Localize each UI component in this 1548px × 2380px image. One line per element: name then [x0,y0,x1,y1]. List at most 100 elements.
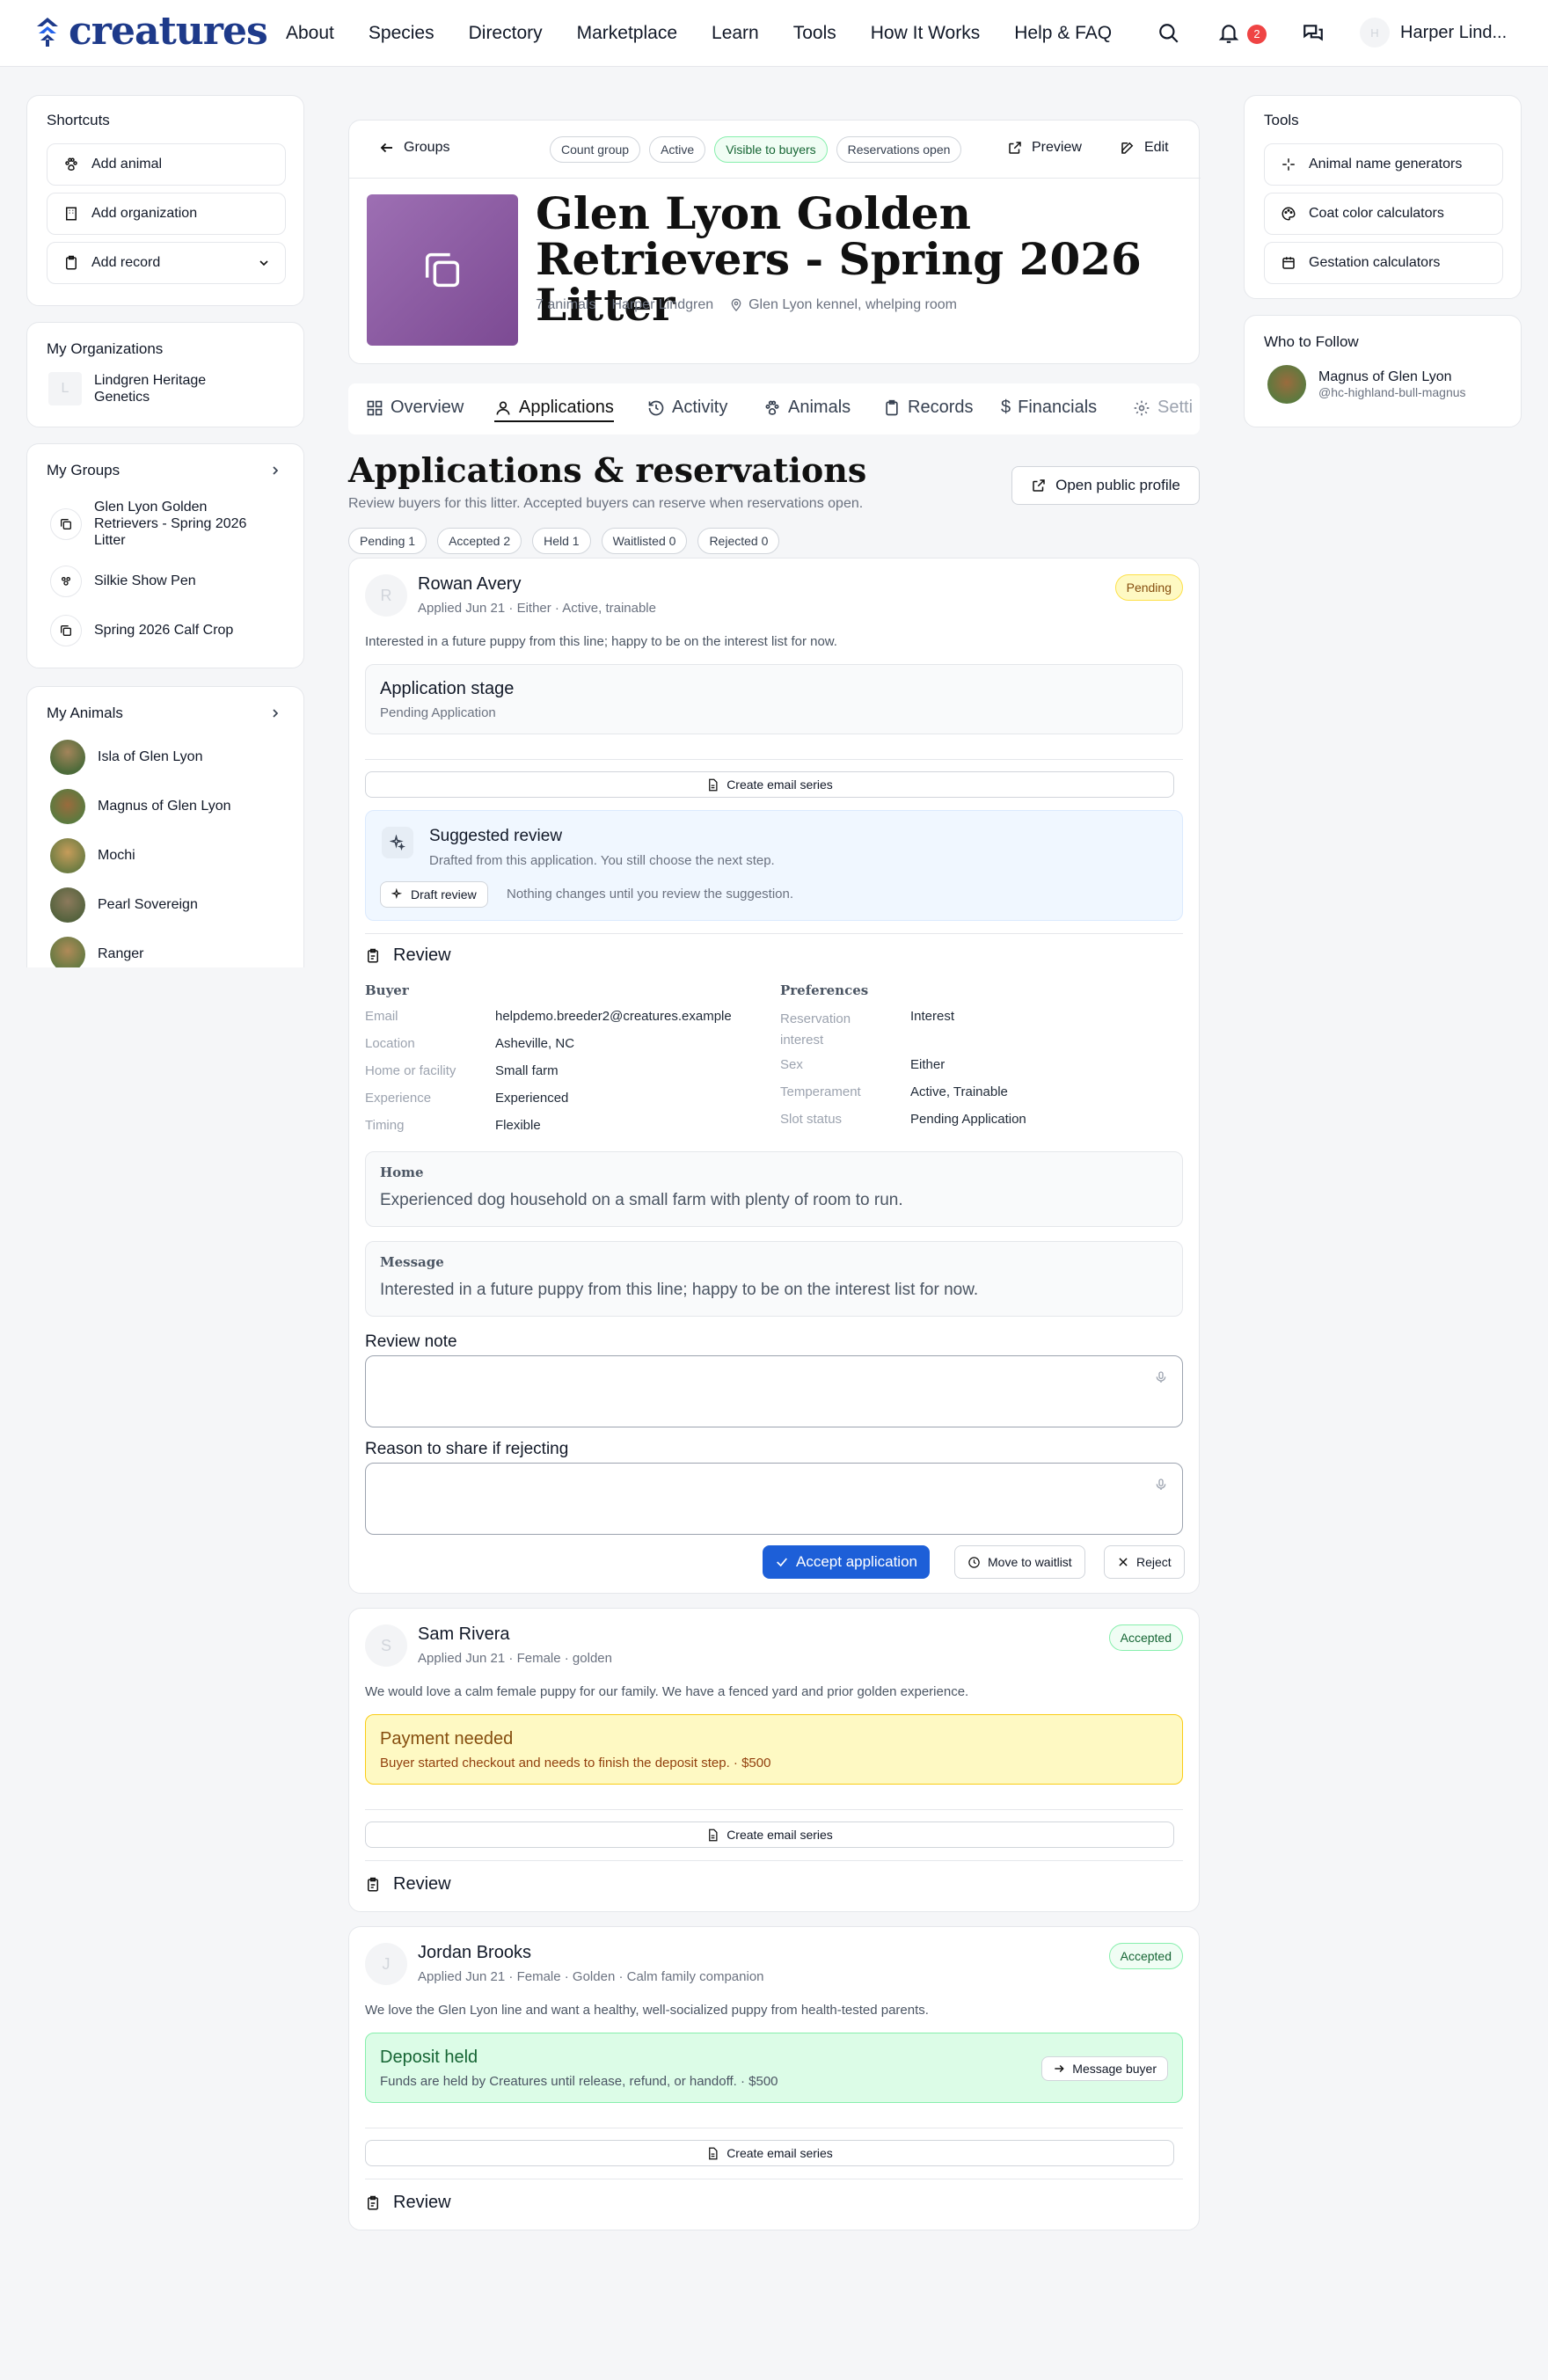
user-menu[interactable]: H Harper Lind... [1360,18,1507,47]
nav-directory[interactable]: Directory [469,23,543,44]
message-box: Message Interested in a future puppy fro… [365,1241,1183,1317]
create-email-series-button[interactable]: Create email series [365,771,1174,798]
nav-tools[interactable]: Tools [793,23,836,44]
microphone-icon[interactable] [1154,1370,1168,1384]
chevron-right-icon[interactable] [268,706,282,720]
add-animal-button[interactable]: Add animal [47,143,286,186]
add-record-button[interactable]: Add record [47,242,286,284]
filter-rejected[interactable]: Rejected 0 [697,528,780,554]
open-public-profile-button[interactable]: Open public profile [1011,466,1200,505]
messages-icon[interactable] [1302,22,1325,45]
reject-button[interactable]: Reject [1104,1545,1185,1579]
field-label: Temperament [780,1084,861,1099]
top-bar: creatures About Species Directory Market… [0,0,1548,67]
history-icon [648,400,664,415]
review-note-field[interactable] [365,1355,1183,1427]
review-header[interactable]: Review [365,945,451,966]
tab-settings[interactable]: Setti [1133,398,1194,418]
preferences-heading: Preferences [780,982,869,998]
bell-icon[interactable] [1217,22,1240,45]
add-organization-button[interactable]: Add organization [47,193,286,235]
coat-color-button[interactable]: Coat color calculators [1264,193,1503,235]
preview-button[interactable]: Preview [1007,140,1082,156]
document-icon [709,1829,718,1841]
status-badge: Pending [1114,574,1183,601]
tools-title: Tools [1264,112,1299,128]
animal-item[interactable]: Magnus of Glen Lyon [50,789,231,824]
grid-icon [367,400,383,415]
status-pill: Visible to buyers [714,136,828,163]
gear-icon [1134,400,1150,415]
avatar: H [1360,18,1390,47]
group-item[interactable]: Glen Lyon Golden Retrievers - Spring 202… [50,499,270,549]
notification-count: 2 [1247,25,1267,44]
filter-waitlisted[interactable]: Waitlisted 0 [601,528,688,554]
create-email-series-button[interactable]: Create email series [365,2140,1174,2166]
tools-card: Tools Animal name generators Coat color … [1244,95,1522,299]
move-to-waitlist-button[interactable]: Move to waitlist [954,1545,1085,1579]
gestation-button[interactable]: Gestation calculators [1264,242,1503,284]
accept-application-button[interactable]: Accept application [763,1545,930,1579]
message-text: Interested in a future puppy from this l… [380,1281,979,1299]
nav-marketplace[interactable]: Marketplace [577,23,677,44]
suggested-review: Suggested review Drafted from this appli… [365,810,1183,921]
tab-records[interactable]: Records [883,398,973,418]
nav-about[interactable]: About [286,23,334,44]
document-icon [709,2147,718,2159]
nav-species[interactable]: Species [369,23,434,44]
nav-how-it-works[interactable]: How It Works [871,23,980,44]
search-icon[interactable] [1157,22,1180,45]
back-label: Groups [404,140,450,155]
applicant-avatar: R [365,574,407,617]
groups-title[interactable]: My Groups [47,462,120,479]
filter-held[interactable]: Held 1 [532,528,591,554]
animal-item[interactable]: Pearl Sovereign [50,887,198,923]
filter-accepted[interactable]: Accepted 2 [437,528,522,554]
who-to-follow-card: Who to Follow Magnus of Glen Lyon @hc-hi… [1244,315,1522,427]
field-value: Interest [910,1009,955,1024]
group-location: Glen Lyon kennel, whelping room [748,297,957,312]
section-subtitle: Review buyers for this litter. Accepted … [348,496,864,511]
field-label: Sex [780,1057,803,1072]
review-header[interactable]: Review [365,1874,451,1895]
add-animal-label: Add animal [91,157,163,172]
message-buyer-button[interactable]: Message buyer [1041,2056,1168,2081]
back-to-groups[interactable]: Groups [379,140,449,156]
logo[interactable]: creatures [33,9,268,54]
chevron-right-icon[interactable] [268,464,282,478]
draft-review-button[interactable]: Draft review [380,881,488,908]
nav-learn[interactable]: Learn [712,23,759,44]
tab-label: Records [908,398,974,417]
edit-icon [1121,142,1134,154]
field-label: Slot status [780,1112,843,1127]
tab-activity[interactable]: Activity [647,398,727,418]
tab-animals[interactable]: Animals [763,398,851,418]
application-stage: Application stage Pending Application [365,664,1183,734]
org-item[interactable]: L Lindgren Heritage Genetics [48,372,252,405]
filter-pending[interactable]: Pending 1 [348,528,427,554]
group-item[interactable]: Silkie Show Pen [50,566,196,597]
animals-title[interactable]: My Animals [47,705,123,722]
microphone-icon[interactable] [1154,1478,1168,1492]
field-value: Pending Application [910,1112,1026,1127]
reject-reason-field[interactable] [365,1463,1183,1535]
buyer-heading: Buyer [365,982,409,998]
clipboard-icon [368,2195,378,2209]
animal-item[interactable]: Ranger [50,937,143,967]
edit-button[interactable]: Edit [1120,140,1169,156]
tab-financials[interactable]: $ Financials [1001,398,1097,418]
animal-item[interactable]: Isla of Glen Lyon [50,740,202,775]
follow-item[interactable]: Magnus of Glen Lyon @hc-highland-bull-ma… [1267,365,1466,404]
deposit-title: Deposit held [380,2048,478,2067]
create-email-series-button[interactable]: Create email series [365,1822,1174,1848]
group-item[interactable]: Spring 2026 Calf Crop [50,615,233,646]
animal-item[interactable]: Mochi [50,838,135,873]
tab-applications[interactable]: Applications [494,398,614,422]
dollar-icon: $ [1001,398,1011,417]
location-icon [731,298,741,311]
nav-help[interactable]: Help & FAQ [1014,23,1112,44]
tab-overview[interactable]: Overview [366,398,464,418]
review-header[interactable]: Review [365,2193,451,2213]
name-generators-button[interactable]: Animal name generators [1264,143,1503,186]
tool-label: Animal name generators [1309,157,1463,172]
